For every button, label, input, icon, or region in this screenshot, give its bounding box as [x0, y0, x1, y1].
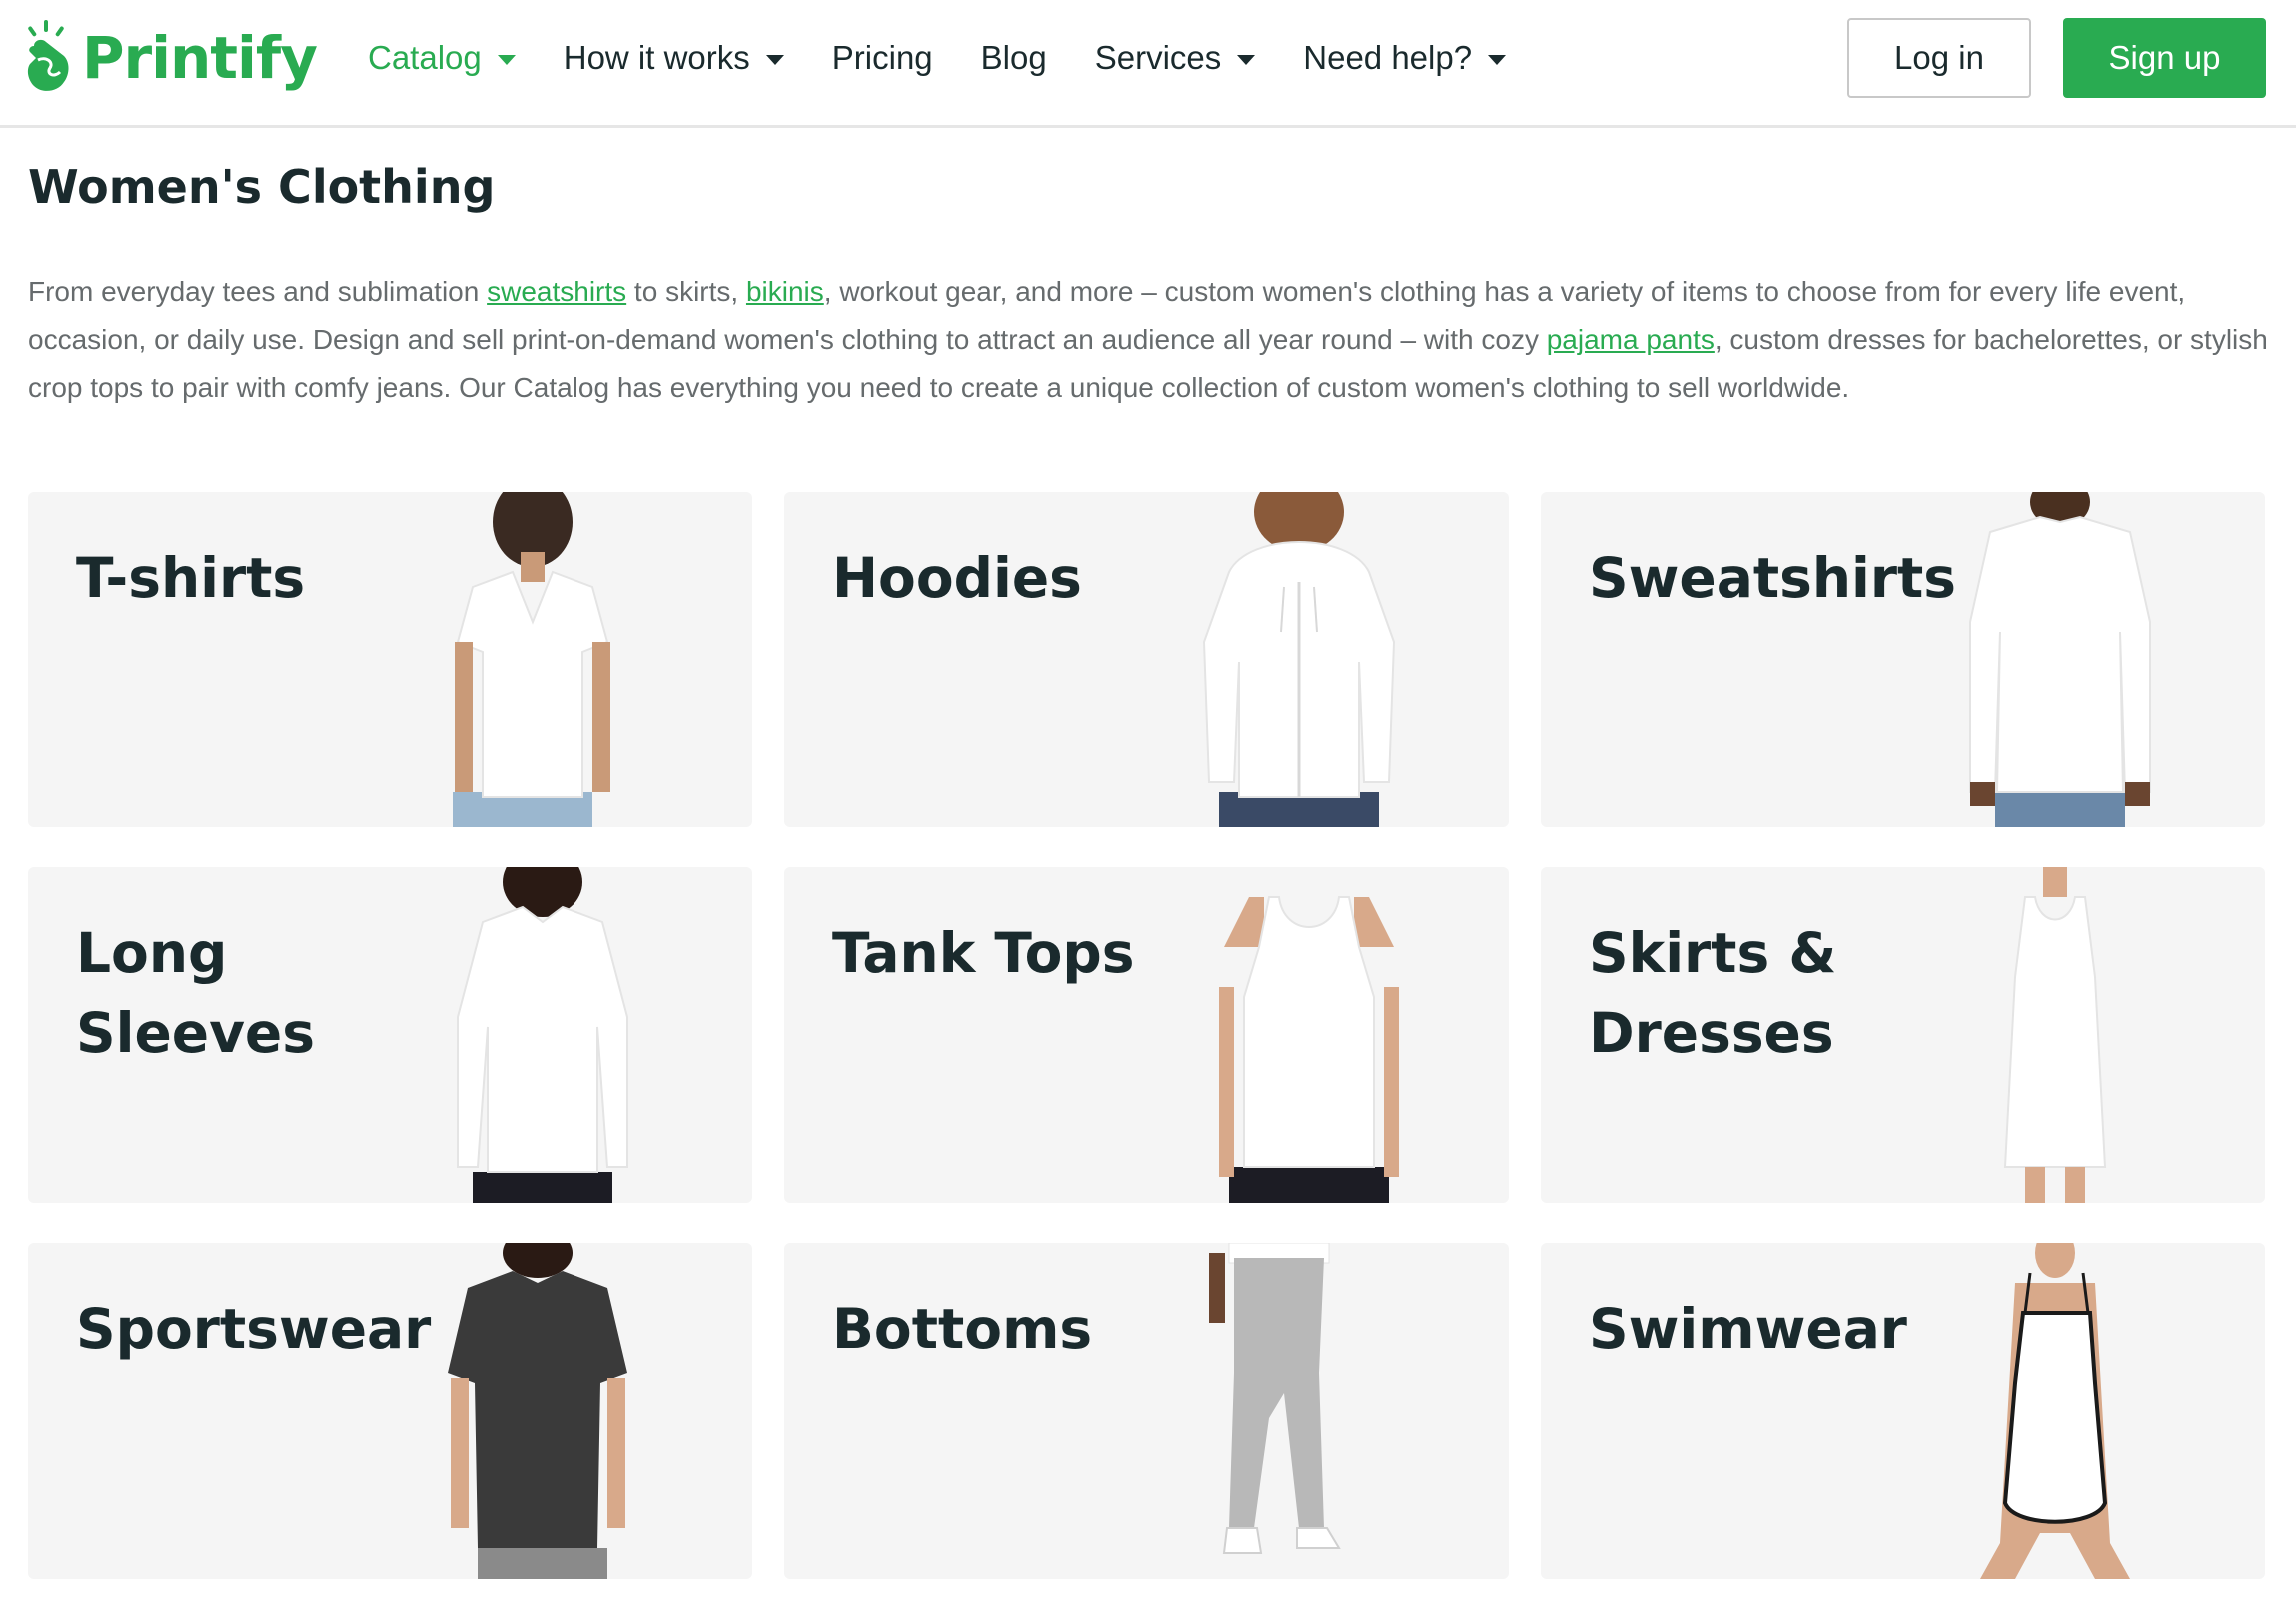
intro-text-2: to skirts, — [626, 276, 746, 307]
nav-catalog[interactable]: Catalog — [368, 39, 516, 77]
chevron-down-icon — [497, 54, 516, 65]
category-title: Tank Tops — [832, 921, 1135, 985]
hoodie-product-icon — [1202, 492, 1396, 827]
category-card-hoodies[interactable]: Hoodies — [784, 492, 1509, 827]
chevron-down-icon — [1488, 54, 1507, 65]
t-shirt-product-icon — [453, 492, 610, 827]
sportswear-product-icon — [448, 1243, 627, 1579]
long-sleeve-product-icon — [457, 867, 628, 1203]
category-title: Long Sleeves — [76, 921, 315, 1065]
login-button[interactable]: Log in — [1847, 18, 2031, 98]
nav-blog[interactable]: Blog — [981, 39, 1047, 77]
category-title: Skirts & Dresses — [1589, 921, 1837, 1065]
category-card-swimwear[interactable]: Swimwear — [1541, 1243, 2265, 1579]
category-card-t-shirts[interactable]: T-shirts — [28, 492, 752, 827]
category-title: Sportswear — [76, 1297, 432, 1361]
page-title: Women's Clothing — [28, 160, 496, 214]
swimwear-product-icon — [1980, 1243, 2130, 1579]
nav-catalog-label: Catalog — [368, 39, 482, 76]
category-card-skirts-dresses[interactable]: Skirts & Dresses — [1541, 867, 2265, 1203]
nav-need-help-label: Need help? — [1303, 39, 1473, 76]
category-card-long-sleeves[interactable]: Long Sleeves — [28, 867, 752, 1203]
site-header: Printify Catalog How it works Pricing Bl… — [0, 0, 2296, 128]
category-card-bottoms[interactable]: Bottoms — [784, 1243, 1509, 1579]
nav-services-label: Services — [1094, 39, 1222, 76]
nav-blog-label: Blog — [980, 39, 1047, 76]
nav-how-it-works-label: How it works — [563, 39, 750, 76]
chevron-down-icon — [1237, 54, 1256, 65]
main-nav: Catalog How it works Pricing Blog Servic… — [368, 30, 1554, 86]
signup-button[interactable]: Sign up — [2063, 18, 2266, 98]
nav-pricing[interactable]: Pricing — [832, 39, 933, 77]
bikinis-link[interactable]: bikinis — [746, 276, 824, 307]
pajama-pants-link[interactable]: pajama pants — [1547, 324, 1715, 355]
dress-product-icon — [2003, 867, 2107, 1203]
sweatshirt-product-icon — [1969, 492, 2151, 827]
category-title: Swimwear — [1589, 1297, 1907, 1361]
category-card-tank-tops[interactable]: Tank Tops — [784, 867, 1509, 1203]
nav-need-help[interactable]: Need help? — [1303, 39, 1507, 77]
tank-top-product-icon — [1219, 896, 1399, 1203]
category-title: T-shirts — [76, 546, 306, 610]
category-title: Bottoms — [832, 1297, 1093, 1361]
chevron-down-icon — [765, 54, 784, 65]
category-title: Sweatshirts — [1589, 546, 1957, 610]
category-grid: T-shirts Hoodies Sweatshirts Long Sleeve… — [28, 492, 2268, 1579]
intro-paragraph: From everyday tees and sublimation sweat… — [28, 268, 2276, 412]
category-title: Hoodies — [832, 546, 1082, 610]
printify-logo[interactable]: Printify — [24, 18, 318, 98]
nav-how-it-works[interactable]: How it works — [564, 39, 784, 77]
printify-logo-icon — [27, 20, 69, 91]
logo-text: Printify — [82, 24, 318, 92]
nav-pricing-label: Pricing — [831, 39, 933, 76]
sweatshirts-link[interactable]: sweatshirts — [487, 276, 626, 307]
category-card-sportswear[interactable]: Sportswear — [28, 1243, 752, 1579]
nav-services[interactable]: Services — [1095, 39, 1256, 77]
bottoms-product-icon — [1209, 1243, 1341, 1554]
intro-text-1: From everyday tees and sublimation — [28, 276, 488, 307]
category-card-sweatshirts[interactable]: Sweatshirts — [1541, 492, 2265, 827]
